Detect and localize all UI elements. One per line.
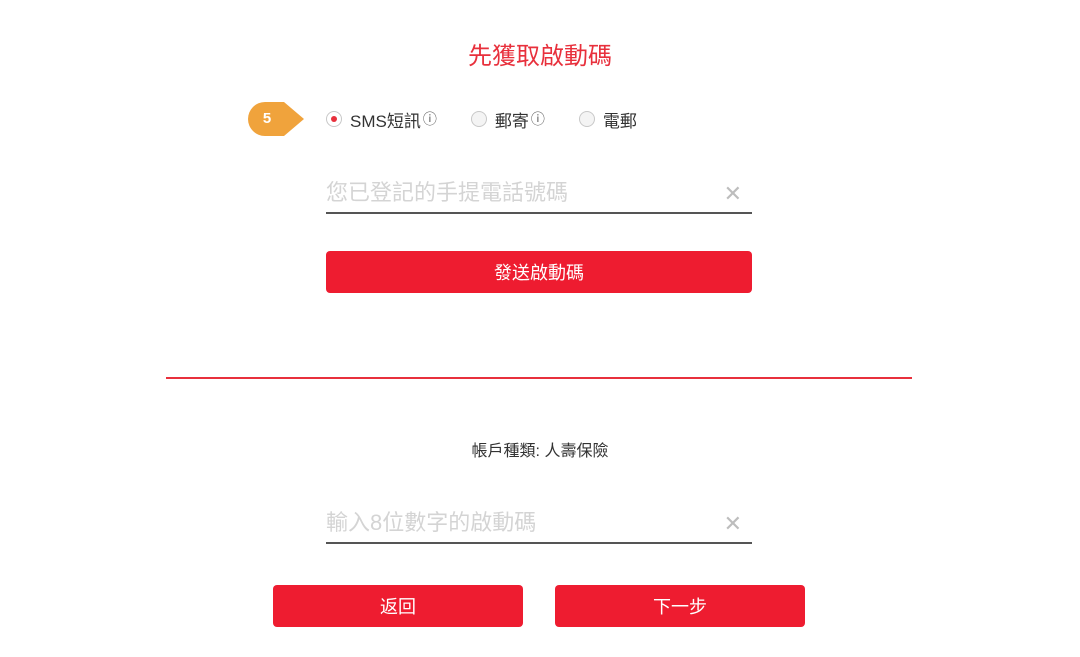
step-number: 5	[262, 110, 272, 127]
radio-dot[interactable]	[470, 111, 487, 127]
clear-phone-icon[interactable]: ✕	[724, 181, 742, 207]
info-icon[interactable]: ⓘ	[531, 109, 545, 129]
radio-label-mail: 郵寄	[494, 111, 529, 131]
radio-sms[interactable]: SMS短訊 ⓘ	[326, 107, 437, 132]
delivery-method-group: SMS短訊 ⓘ 郵寄 ⓘ 電郵	[326, 107, 637, 131]
send-code-button[interactable]: 發送啟動碼	[326, 251, 752, 293]
back-button[interactable]: 返回	[273, 585, 523, 627]
next-button[interactable]: 下一步	[555, 585, 805, 627]
radio-mail[interactable]: 郵寄 ⓘ	[470, 107, 545, 132]
phone-input[interactable]	[326, 180, 724, 208]
account-type: 帳戶種類: 人壽保險	[471, 443, 609, 460]
radio-dot[interactable]	[326, 111, 342, 127]
info-icon[interactable]: ⓘ	[423, 109, 437, 129]
section-divider	[166, 377, 912, 379]
radio-dot[interactable]	[578, 111, 595, 127]
clear-code-icon[interactable]: ✕	[724, 511, 742, 537]
step-badge: 5	[248, 102, 304, 136]
phone-field: ✕	[326, 176, 752, 214]
radio-label-sms: SMS短訊	[350, 111, 421, 131]
radio-email[interactable]: 電郵	[578, 107, 637, 132]
radio-label-email: 電郵	[602, 111, 637, 131]
activation-code-input[interactable]	[326, 510, 724, 538]
page-title: 先獲取啟動碼	[468, 43, 612, 70]
code-field: ✕	[326, 506, 752, 544]
